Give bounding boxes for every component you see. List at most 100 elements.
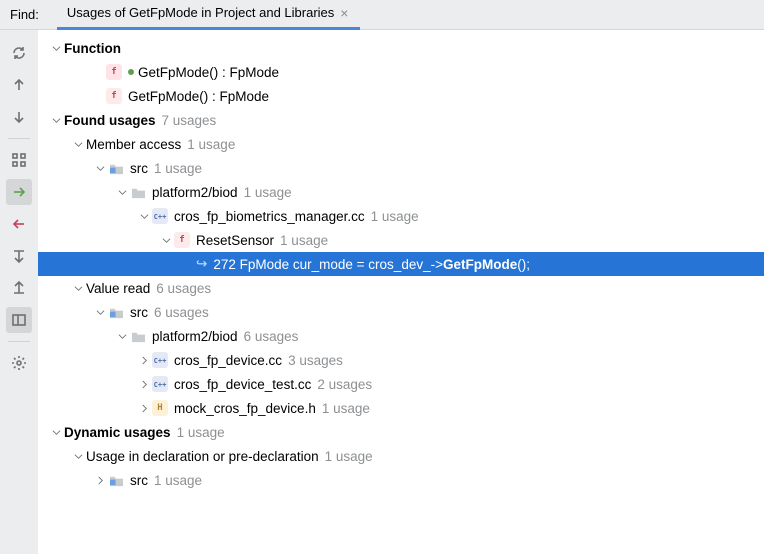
tree-node-method[interactable]: f ResetSensor 1 usage xyxy=(38,228,764,252)
tree-node-file[interactable]: C++ cros_fp_device_test.cc 2 usages xyxy=(38,372,764,396)
file-label: cros_fp_device_test.cc xyxy=(174,377,311,392)
cpp-file-icon: C++ xyxy=(152,376,168,392)
folder-label: platform2/biod xyxy=(152,329,238,344)
code-pre: FpMode cur_mode = cros_dev_-> xyxy=(240,257,443,272)
tree-node-member-access[interactable]: Member access 1 usage xyxy=(38,132,764,156)
chevron-down-icon xyxy=(92,164,108,173)
chevron-down-icon xyxy=(114,332,130,341)
tree-node-folder[interactable]: platform2/biod 6 usages xyxy=(38,324,764,348)
cpp-file-icon: C++ xyxy=(152,208,168,224)
folder-src-icon xyxy=(108,472,124,488)
close-icon[interactable]: × xyxy=(338,5,350,21)
chevron-right-icon xyxy=(136,356,152,365)
usage-count: 1 usage xyxy=(177,425,225,440)
member-access-label: Member access xyxy=(86,137,181,152)
file-label: cros_fp_device.cc xyxy=(174,353,282,368)
find-tab[interactable]: Usages of GetFpMode in Project and Libra… xyxy=(57,0,361,30)
folder-label: src xyxy=(130,473,148,488)
folder-label: platform2/biod xyxy=(152,185,238,200)
jump-icon: ↪ xyxy=(196,256,207,272)
tree-node-folder[interactable]: platform2/biod 1 usage xyxy=(38,180,764,204)
chevron-down-icon xyxy=(48,428,64,437)
file-label: cros_fp_biometrics_manager.cc xyxy=(174,209,365,224)
folder-label: src xyxy=(130,161,148,176)
found-count: 7 usages xyxy=(162,113,217,128)
usage-count: 6 usages xyxy=(156,281,211,296)
chevron-down-icon xyxy=(92,308,108,317)
tree-node-usage-decl[interactable]: Usage in declaration or pre-declaration … xyxy=(38,444,764,468)
chevron-down-icon xyxy=(48,116,64,125)
tree-node-value-read[interactable]: Value read 6 usages xyxy=(38,276,764,300)
file-label: mock_cros_fp_device.h xyxy=(174,401,316,416)
usage-count: 6 usages xyxy=(244,329,299,344)
tree-node-found-usages[interactable]: Found usages 7 usages xyxy=(38,108,764,132)
usage-count: 1 usage xyxy=(154,161,202,176)
folder-src-icon xyxy=(108,304,124,320)
found-label: Found usages xyxy=(64,113,156,128)
group-icon[interactable] xyxy=(6,147,32,173)
tree-node-src[interactable]: src 1 usage xyxy=(38,156,764,180)
find-header: Find: Usages of GetFpMode in Project and… xyxy=(0,0,764,30)
tree-node-dynamic-usages[interactable]: Dynamic usages 1 usage xyxy=(38,420,764,444)
function-signature: GetFpMode() : FpMode xyxy=(138,65,279,80)
arrow-up-icon[interactable] xyxy=(6,72,32,98)
diff-green-icon[interactable] xyxy=(6,179,32,205)
code-match: GetFpMode xyxy=(443,257,517,272)
function-item[interactable]: f GetFpMode() : FpMode xyxy=(38,84,764,108)
expand-icon[interactable] xyxy=(6,243,32,269)
chevron-right-icon xyxy=(136,380,152,389)
chevron-down-icon xyxy=(70,284,86,293)
code-post: (); xyxy=(517,257,530,272)
chevron-down-icon xyxy=(114,188,130,197)
function-signature: GetFpMode() : FpMode xyxy=(128,89,269,104)
tree-node-file[interactable]: C++ cros_fp_device.cc 3 usages xyxy=(38,348,764,372)
green-dot-icon xyxy=(128,69,134,75)
find-tab-title: Usages of GetFpMode in Project and Libra… xyxy=(67,5,334,20)
tree-node-file[interactable]: H mock_cros_fp_device.h 1 usage xyxy=(38,396,764,420)
function-icon: f xyxy=(106,64,122,80)
usage-decl-label: Usage in declaration or pre-declaration xyxy=(86,449,319,464)
collapse-icon[interactable] xyxy=(6,275,32,301)
function-label: Function xyxy=(64,41,121,56)
chevron-down-icon xyxy=(136,212,152,221)
arrow-down-icon[interactable] xyxy=(6,104,32,130)
diff-red-icon[interactable] xyxy=(6,211,32,237)
line-number: 272 xyxy=(213,257,236,272)
tree-node-src[interactable]: src 6 usages xyxy=(38,300,764,324)
usage-count: 1 usage xyxy=(325,449,373,464)
usages-tree[interactable]: Function f GetFpMode() : FpMode f GetFpM… xyxy=(38,30,764,554)
usage-count: 1 usage xyxy=(322,401,370,416)
usage-count: 1 usage xyxy=(187,137,235,152)
usage-count: 3 usages xyxy=(288,353,343,368)
cpp-file-icon: C++ xyxy=(152,352,168,368)
chevron-down-icon xyxy=(158,236,174,245)
folder-icon xyxy=(130,184,146,200)
tree-node-src[interactable]: src 1 usage xyxy=(38,468,764,492)
chevron-down-icon xyxy=(48,44,64,53)
tree-node-file[interactable]: C++ cros_fp_biometrics_manager.cc 1 usag… xyxy=(38,204,764,228)
method-label: ResetSensor xyxy=(196,233,274,248)
usage-count: 1 usage xyxy=(154,473,202,488)
chevron-right-icon xyxy=(136,404,152,413)
chevron-right-icon xyxy=(92,476,108,485)
dynamic-label: Dynamic usages xyxy=(64,425,171,440)
usage-hit-selected[interactable]: ↪ 272 FpMode cur_mode = cros_dev_->GetFp… xyxy=(38,252,764,276)
function-icon: f xyxy=(174,232,190,248)
folder-icon xyxy=(130,328,146,344)
value-read-label: Value read xyxy=(86,281,150,296)
settings-icon[interactable] xyxy=(6,350,32,376)
preview-icon[interactable] xyxy=(6,307,32,333)
usage-count: 6 usages xyxy=(154,305,209,320)
usage-count: 1 usage xyxy=(244,185,292,200)
find-label: Find: xyxy=(0,7,57,22)
function-icon: f xyxy=(106,88,122,104)
usage-count: 2 usages xyxy=(317,377,372,392)
tree-node-function[interactable]: Function xyxy=(38,36,764,60)
usage-count: 1 usage xyxy=(280,233,328,248)
usage-count: 1 usage xyxy=(371,209,419,224)
refresh-icon[interactable] xyxy=(6,40,32,66)
toolbar xyxy=(0,30,38,554)
folder-src-icon xyxy=(108,160,124,176)
header-file-icon: H xyxy=(152,400,168,416)
function-item[interactable]: f GetFpMode() : FpMode xyxy=(38,60,764,84)
